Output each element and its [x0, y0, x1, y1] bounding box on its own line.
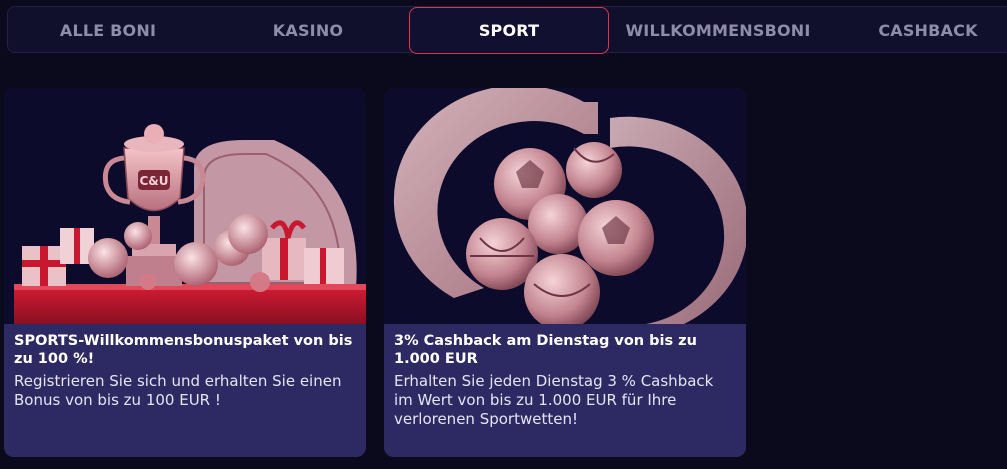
category-tab-bar: ALLE BONI KASINO SPORT WILLKOMMENSBONI C… [7, 6, 1007, 54]
bonus-card-sports-welcome[interactable]: C&U SPORTS-Willkommensbonuspaket von bis… [4, 88, 366, 457]
tab-alle-boni[interactable]: ALLE BONI [8, 7, 208, 54]
tab-sport[interactable]: SPORT [409, 7, 609, 54]
trophy-gifts-illustration: C&U [4, 88, 366, 324]
card-title: SPORTS-Willkommensbonuspaket von bis zu … [14, 333, 353, 367]
tab-cashback[interactable]: CASHBACK [828, 7, 1007, 54]
brand-logo: C&U [139, 174, 168, 188]
tab-kasino[interactable]: KASINO [208, 7, 408, 54]
card-description: Erhalten Sie jeden Dienstag 3 % Cashback… [394, 372, 714, 428]
bonus-card-tuesday-cashback[interactable]: 3% Cashback am Dienstag von bis zu 1.000… [384, 88, 746, 457]
tab-willkommensboni[interactable]: WILLKOMMENSBONI [616, 7, 820, 54]
sports-balls-cashback-illustration [384, 88, 746, 324]
card-description: Registrieren Sie sich und erhalten Sie e… [14, 372, 342, 409]
card-title: 3% Cashback am Dienstag von bis zu 1.000… [394, 333, 697, 367]
sports-balls-icon [466, 142, 654, 324]
